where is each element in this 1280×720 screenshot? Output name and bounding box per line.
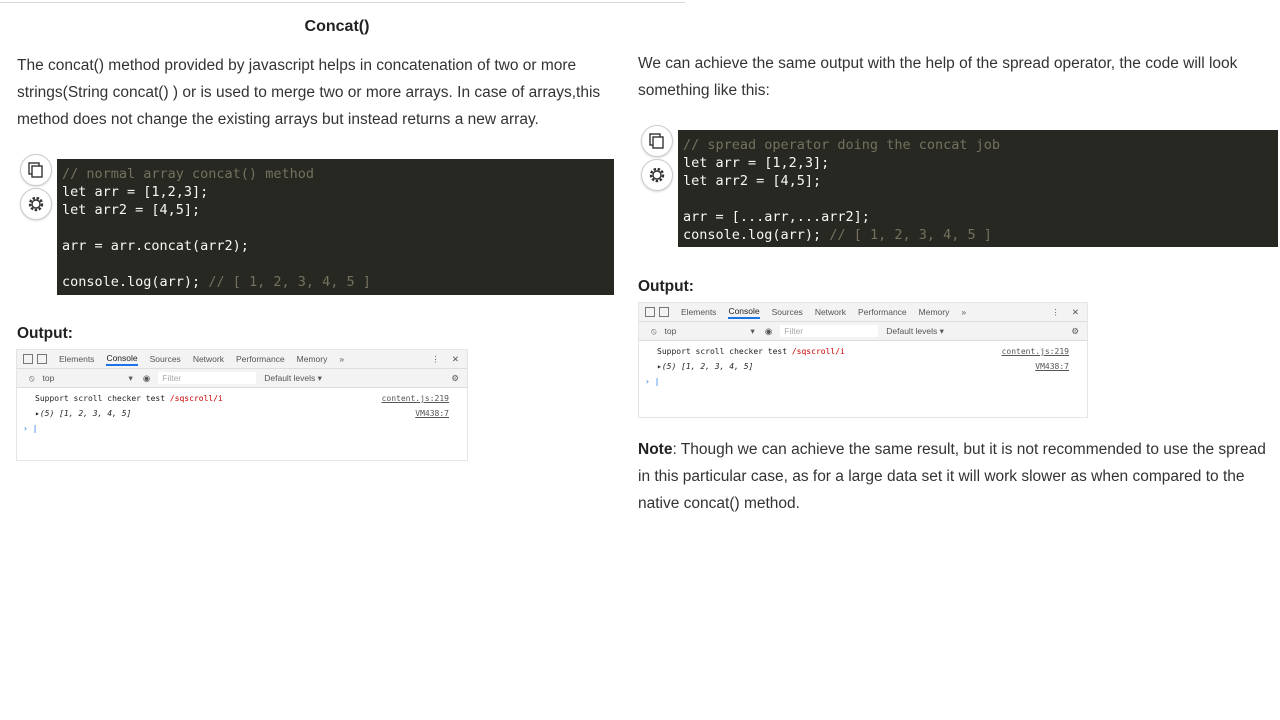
device-icon xyxy=(659,307,669,317)
code-line: let arr = [1,2,3]; xyxy=(683,155,830,171)
kebab-icon: ⋮ xyxy=(1051,306,1060,317)
left-intro-line: The concat() method provided by javascri… xyxy=(17,57,577,74)
kebab-icon: ⋮ xyxy=(431,353,440,364)
devtools-tab: Performance xyxy=(236,354,285,364)
settings-code-button[interactable] xyxy=(20,188,52,220)
copy-icon xyxy=(28,162,43,178)
console-row: Support scroll checker test /sqscroll/i … xyxy=(35,394,449,403)
copy-code-button[interactable] xyxy=(20,154,52,186)
close-icon: ✕ xyxy=(451,353,459,364)
code-line: arr = [...arr,...arr2]; xyxy=(683,209,870,225)
gear-icon xyxy=(28,196,44,212)
left-devtools-screenshot: Elements Console Sources Network Perform… xyxy=(16,349,468,461)
devtools-tabbar: Elements Console Sources Network Perform… xyxy=(639,303,1087,322)
close-icon: ✕ xyxy=(1071,306,1079,317)
code-line: console.log(arr); // [ 1, 2, 3, 4, 5 ] xyxy=(683,227,992,243)
console-row: Support scroll checker test /sqscroll/i … xyxy=(657,347,1069,356)
context-select: top xyxy=(42,373,55,383)
code-line: // spread operator doing the concat job xyxy=(683,137,1000,153)
gear-icon: ⚙ xyxy=(451,372,459,383)
left-intro-line: strings(String concat() ) or is used to … xyxy=(17,84,601,101)
copy-icon xyxy=(649,133,664,149)
code-line: // normal array concat() method xyxy=(62,166,314,182)
devtools-tab: Network xyxy=(192,354,224,364)
eye-icon: ◉ xyxy=(764,325,773,336)
levels-select: Default levels ▾ xyxy=(264,372,322,383)
eye-icon: ◉ xyxy=(142,372,151,383)
right-intro: We can achieve the same output with the … xyxy=(638,50,1278,104)
right-code-block: // spread operator doing the concat job … xyxy=(678,130,1278,247)
right-intro-line: something like this: xyxy=(638,82,770,99)
copy-code-button[interactable] xyxy=(641,125,673,157)
devtools-tab: Network xyxy=(814,307,846,317)
more-tabs-icon: » xyxy=(339,354,345,364)
clear-icon: ⦸ xyxy=(29,372,35,383)
device-icon xyxy=(37,354,47,364)
more-tabs-icon: » xyxy=(961,307,967,317)
devtools-tab: Elements xyxy=(681,307,717,317)
right-output-label: Output: xyxy=(638,278,694,295)
filter-input: Filter xyxy=(780,325,879,337)
clear-icon: ⦸ xyxy=(651,325,657,336)
left-intro: The concat() method provided by javascri… xyxy=(17,52,617,133)
note-label: Note xyxy=(638,441,673,458)
devtools-tab: Elements xyxy=(59,354,95,364)
console-log: Support scroll checker test /sqscroll/i … xyxy=(639,341,1087,389)
devtools-console-bar: ⦸ top ▾ ◉ Filter Default levels ▾ ⚙ xyxy=(17,369,467,388)
section-title: Concat() xyxy=(304,18,370,35)
code-line: let arr = [1,2,3]; xyxy=(62,184,209,200)
right-intro-line: We can achieve the same output with the … xyxy=(638,55,1238,72)
devtools-tab: Performance xyxy=(858,307,907,317)
console-prompt: › | xyxy=(645,377,660,386)
console-prompt: › | xyxy=(23,424,38,433)
right-devtools-screenshot: Elements Console Sources Network Perform… xyxy=(638,302,1088,418)
levels-select: Default levels ▾ xyxy=(886,325,944,336)
code-line: console.log(arr); // [ 1, 2, 3, 4, 5 ] xyxy=(62,274,371,290)
devtools-tabbar: Elements Console Sources Network Perform… xyxy=(17,350,467,369)
filter-input: Filter xyxy=(158,372,257,384)
devtools-tab: Memory xyxy=(918,307,950,317)
console-row: ▸(5) [1, 2, 3, 4, 5] VM438:7 xyxy=(657,362,1069,371)
left-output-label: Output: xyxy=(17,325,73,342)
note-paragraph: Note: Though we can achieve the same res… xyxy=(638,436,1278,517)
gear-icon: ⚙ xyxy=(1071,325,1079,336)
note-text: : Though we can achieve the same result,… xyxy=(638,441,1266,512)
inspect-icon xyxy=(23,354,33,364)
devtools-tab: Console xyxy=(106,353,138,366)
devtools-tab: Console xyxy=(728,306,760,319)
dropdown-icon: ▾ xyxy=(750,325,755,336)
code-line: let arr2 = [4,5]; xyxy=(683,173,822,189)
left-code-block: // normal array concat() method let arr … xyxy=(57,159,614,295)
context-select: top xyxy=(664,326,677,336)
devtools-console-bar: ⦸ top ▾ ◉ Filter Default levels ▾ ⚙ xyxy=(639,322,1087,341)
settings-code-button[interactable] xyxy=(641,159,673,191)
dropdown-icon: ▾ xyxy=(128,372,133,383)
gear-icon xyxy=(649,167,665,183)
console-row: ▸(5) [1, 2, 3, 4, 5] VM438:7 xyxy=(35,409,449,418)
inspect-icon xyxy=(645,307,655,317)
code-line: let arr2 = [4,5]; xyxy=(62,202,201,218)
devtools-tab: Memory xyxy=(296,354,328,364)
top-divider xyxy=(0,2,685,3)
devtools-tab: Sources xyxy=(149,354,181,364)
devtools-tab: Sources xyxy=(771,307,803,317)
code-line: arr = arr.concat(arr2); xyxy=(62,238,249,254)
left-intro-line: method does not change the existing arra… xyxy=(17,111,539,128)
console-log: Support scroll checker test /sqscroll/i … xyxy=(17,388,467,436)
